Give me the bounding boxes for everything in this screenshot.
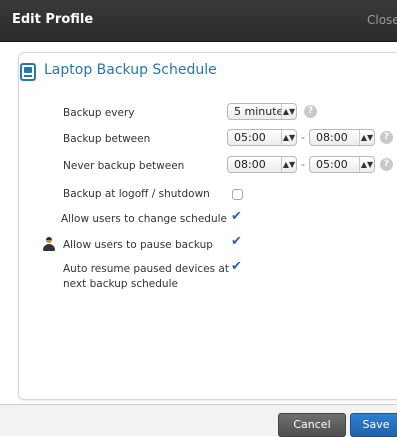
dialog-title: Edit Profile <box>12 12 94 27</box>
close-button[interactable]: Close <box>367 13 397 27</box>
range-separator: - <box>301 131 305 144</box>
backup-between-label: Backup between <box>63 133 151 145</box>
title-bar: Edit Profile Close <box>0 0 397 42</box>
help-icon[interactable]: ? <box>304 105 317 118</box>
allow-pause-backup-checkbox[interactable]: ✔ <box>231 234 243 249</box>
backup-every-select[interactable]: 5 minutes ▲▼ <box>227 103 297 120</box>
backup-at-logoff-label: Backup at logoff / shutdown <box>63 188 210 200</box>
select-arrows-icon: ▲▼ <box>281 157 296 172</box>
select-arrows-icon: ▲▼ <box>359 157 374 172</box>
never-backup-end-value: 05:00 <box>316 158 348 171</box>
allow-pause-backup-label: Allow users to pause backup <box>63 239 213 251</box>
settings-panel <box>18 52 397 400</box>
user-icon <box>42 237 56 251</box>
help-icon[interactable]: ? <box>380 158 393 171</box>
backup-every-value: 5 minutes <box>234 105 282 118</box>
section-title: Laptop Backup Schedule <box>44 62 217 78</box>
allow-change-schedule-label: Allow users to change schedule <box>61 213 227 225</box>
cancel-button[interactable]: Cancel <box>278 413 346 437</box>
select-arrows-icon: ▲▼ <box>281 130 296 145</box>
allow-change-schedule-checkbox[interactable]: ✔ <box>231 209 243 224</box>
backup-between-start-value: 05:00 <box>234 131 266 144</box>
auto-resume-checkbox[interactable]: ✔ <box>231 259 243 274</box>
backup-every-label: Backup every <box>63 107 135 119</box>
select-arrows-icon: ▲▼ <box>281 104 296 119</box>
auto-resume-label: Auto resume paused devices at next backu… <box>63 263 229 290</box>
help-icon[interactable]: ? <box>380 131 393 144</box>
range-separator: - <box>301 158 305 171</box>
dialog-footer: Cancel Save <box>0 404 397 437</box>
checkmark-icon: ✔ <box>231 259 242 274</box>
save-button[interactable]: Save <box>350 413 397 437</box>
backup-between-end-select[interactable]: 08:00 ▲▼ <box>309 129 375 146</box>
never-backup-end-select[interactable]: 05:00 ▲▼ <box>309 156 375 173</box>
never-backup-start-select[interactable]: 08:00 ▲▼ <box>227 156 297 173</box>
select-arrows-icon: ▲▼ <box>359 130 374 145</box>
backup-between-end-value: 08:00 <box>316 131 348 144</box>
never-backup-between-label: Never backup between <box>63 160 185 172</box>
backup-between-start-select[interactable]: 05:00 ▲▼ <box>227 129 297 146</box>
backup-at-logoff-checkbox[interactable] <box>232 189 243 200</box>
never-backup-start-value: 08:00 <box>234 158 266 171</box>
schedule-icon <box>20 63 36 81</box>
checkmark-icon: ✔ <box>231 234 242 249</box>
checkmark-icon: ✔ <box>231 209 242 224</box>
